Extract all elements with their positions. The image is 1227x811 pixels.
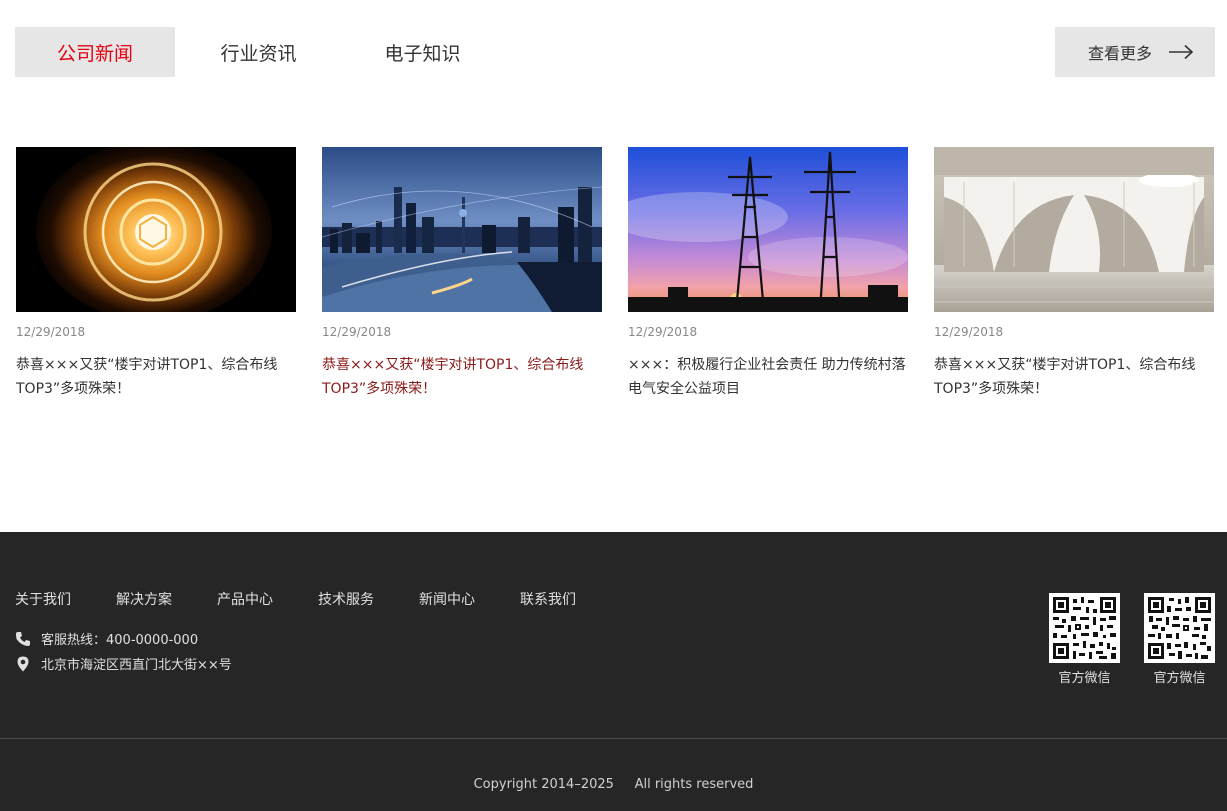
news-thumbnail-interior[interactable] <box>934 147 1214 312</box>
news-date: 12/29/2018 <box>628 325 698 339</box>
footer-nav-about[interactable]: 关于我们 <box>15 592 71 608</box>
footer-nav: 关于我们 解决方案 产品中心 技术服务 新闻中心 联系我们 <box>15 592 576 608</box>
news-date: 12/29/2018 <box>322 325 392 339</box>
location-pin-icon <box>17 656 29 671</box>
tab-industry-news[interactable]: 行业资讯 <box>175 27 342 77</box>
footer-nav-products[interactable]: 产品中心 <box>217 592 273 608</box>
footer-nav-news[interactable]: 新闻中心 <box>419 592 475 608</box>
news-thumbnail-city[interactable] <box>322 147 602 312</box>
footer-nav-contact[interactable]: 联系我们 <box>520 592 576 608</box>
footer-hotline: 客服热线：400-0000-000 <box>15 629 198 648</box>
view-more-button[interactable]: 查看更多 <box>1055 27 1215 77</box>
qr-code-image <box>1049 593 1120 663</box>
footer-address: 北京市海淀区西直门北大街××号 <box>15 654 232 673</box>
news-card[interactable]: 12/29/2018 恭喜×××又获“楼宇对讲TOP1、综合布线TOP3”多项殊… <box>934 147 1214 401</box>
qr-label: 官方微信 <box>1153 671 1206 686</box>
qr-label: 官方微信 <box>1058 671 1111 686</box>
phone-icon <box>16 631 30 646</box>
news-date: 12/29/2018 <box>934 325 1004 339</box>
news-title[interactable]: 恭喜×××又获“楼宇对讲TOP1、综合布线TOP3”多项殊荣！ <box>16 353 296 401</box>
address-text: 北京市海淀区西直门北大街××号 <box>41 658 232 673</box>
site-footer: 关于我们 解决方案 产品中心 技术服务 新闻中心 联系我们 客服热线：400-0… <box>0 532 1227 811</box>
copyright-text: Copyright 2014–2025 All rights reserved <box>473 777 754 792</box>
hotline-text: 客服热线：400-0000-000 <box>41 633 199 648</box>
news-title[interactable]: 恭喜×××又获“楼宇对讲TOP1、综合布线TOP3”多项殊荣！ <box>322 353 602 401</box>
tab-electronics-knowledge[interactable]: 电子知识 <box>342 27 503 77</box>
news-card[interactable]: 12/29/2018 ×××：积极履行企业社会责任 助力传统村落电气安全公益项目 <box>628 147 908 401</box>
news-tabs: 公司新闻 行业资讯 电子知识 <box>15 27 503 77</box>
news-title[interactable]: ×××：积极履行企业社会责任 助力传统村落电气安全公益项目 <box>628 353 908 401</box>
footer-nav-solutions[interactable]: 解决方案 <box>116 592 172 608</box>
news-card[interactable]: 12/29/2018 恭喜×××又获“楼宇对讲TOP1、综合布线TOP3”多项殊… <box>322 147 602 401</box>
qr-code-image <box>1144 593 1215 663</box>
news-thumbnail-bulb[interactable] <box>16 147 296 312</box>
qr-code-wechat: 官方微信 <box>1144 593 1215 687</box>
arrow-right-icon <box>1169 44 1194 60</box>
news-card[interactable]: 12/29/2018 恭喜×××又获“楼宇对讲TOP1、综合布线TOP3”多项殊… <box>16 147 296 401</box>
view-more-label: 查看更多 <box>1088 44 1153 63</box>
news-date: 12/29/2018 <box>16 325 86 339</box>
footer-divider <box>0 738 1227 739</box>
qr-code-wechat: 官方微信 <box>1049 593 1120 687</box>
footer-nav-tech-service[interactable]: 技术服务 <box>318 592 374 608</box>
news-list: 12/29/2018 恭喜×××又获“楼宇对讲TOP1、综合布线TOP3”多项殊… <box>16 147 1214 407</box>
tab-company-news[interactable]: 公司新闻 <box>15 27 175 77</box>
news-title[interactable]: 恭喜×××又获“楼宇对讲TOP1、综合布线TOP3”多项殊荣！ <box>934 353 1214 401</box>
news-thumbnail-pylons[interactable] <box>628 147 908 312</box>
